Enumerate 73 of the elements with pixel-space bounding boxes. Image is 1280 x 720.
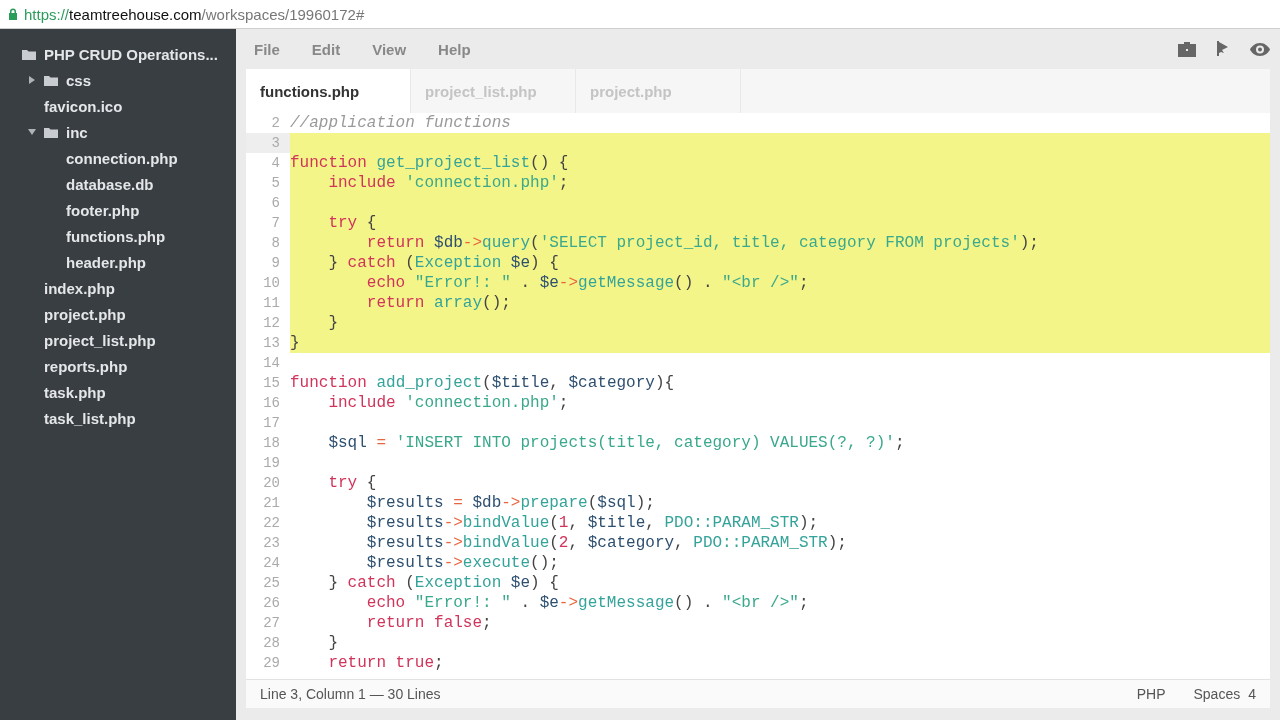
code-line: try {	[327, 473, 378, 493]
file-name[interactable]: favicon.ico	[44, 97, 123, 115]
line-number: 4	[270, 154, 281, 173]
caret-icon[interactable]	[28, 128, 36, 136]
code-line: $sql = 'INSERT INTO projects(title, category) VALUES(?, ?)';	[327, 433, 906, 453]
line-number: 9	[270, 254, 281, 273]
folder-name[interactable]: PHP CRUD Operations...	[44, 45, 218, 63]
code-line: $results->bindValue(2, $category, PDO::PARAM_STR);	[365, 533, 848, 553]
line-number: 28	[262, 634, 281, 653]
folder-icon	[44, 74, 58, 86]
url-text: https://teamtreehouse.com/workspaces/19960172#	[24, 5, 365, 23]
line-number: 18	[262, 434, 281, 453]
file-name[interactable]: project.php	[44, 305, 126, 323]
folder-name[interactable]: css	[66, 71, 92, 89]
indent-label[interactable]: Spaces	[1193, 686, 1241, 702]
line-number: 17	[262, 414, 281, 433]
line-number: 22	[262, 514, 281, 533]
code-line: $results = $db->prepare($sql);	[365, 493, 656, 513]
file-name[interactable]: project_list.php	[44, 331, 156, 349]
code-line: }	[327, 633, 339, 653]
file-name[interactable]: footer.php	[66, 201, 140, 219]
code-line: return false;	[365, 613, 493, 633]
line-number: 6	[270, 194, 281, 213]
file-name[interactable]: task.php	[44, 383, 106, 401]
line-number: 7	[270, 214, 281, 233]
line-number: 11	[262, 294, 281, 313]
language-mode[interactable]: PHP	[1136, 686, 1166, 702]
line-number: 19	[262, 454, 281, 473]
line-number: 3	[246, 133, 290, 153]
line-number: 25	[262, 574, 281, 593]
flag-icon[interactable]	[1216, 41, 1230, 57]
line-number: 27	[262, 614, 281, 633]
eye-icon[interactable]	[1250, 42, 1270, 56]
file-name[interactable]: database.db	[66, 175, 154, 193]
code-line: function add_project($title, $category){	[290, 373, 676, 393]
caret-icon[interactable]	[28, 76, 36, 84]
code-line: return true;	[327, 653, 445, 673]
folder-name[interactable]: inc	[66, 123, 88, 141]
file-name[interactable]: index.php	[44, 279, 115, 297]
lock-icon	[8, 8, 18, 20]
line-number: 26	[262, 594, 281, 613]
line-number: 20	[262, 474, 281, 493]
indent-size[interactable]: 4	[1248, 686, 1256, 702]
file-name[interactable]: task_list.php	[44, 409, 136, 427]
line-number: 8	[270, 234, 281, 253]
line-number: 10	[262, 274, 281, 293]
line-number: 16	[262, 394, 281, 413]
address-bar[interactable]: https://teamtreehouse.com/workspaces/19960172#	[0, 0, 1280, 29]
line-number: 14	[262, 354, 281, 373]
line-number: 12	[262, 314, 281, 333]
line-number: 15	[262, 374, 281, 393]
code-line: } catch (Exception $e) {	[327, 573, 560, 593]
code-line: include 'connection.php';	[327, 393, 570, 413]
file-name[interactable]: reports.php	[44, 357, 128, 375]
file-name[interactable]: functions.php	[66, 227, 166, 245]
file-name[interactable]: header.php	[66, 253, 147, 271]
line-number: 5	[270, 174, 281, 193]
file-name[interactable]: connection.php	[66, 149, 178, 167]
line-number: 13	[262, 334, 281, 353]
camera-icon[interactable]	[1178, 41, 1196, 57]
code-line: $results->execute();	[365, 553, 560, 573]
code-line: echo "Error!: " . $e->getMessage() . "<br />";	[365, 593, 810, 613]
folder-icon	[44, 126, 58, 138]
line-number: 29	[262, 654, 281, 673]
folder-icon	[22, 48, 36, 60]
file-tab[interactable]: functions.php	[246, 69, 411, 113]
line-number: 24	[262, 554, 281, 573]
line-number: 2	[270, 114, 281, 133]
code-line: //application functions	[290, 113, 512, 133]
line-number: 23	[262, 534, 281, 553]
cursor-position: Line 3, Column 1 — 30 Lines	[260, 686, 441, 702]
code-line: $results->bindValue(1, $title, PDO::PARAM_STR);	[365, 513, 820, 533]
line-number: 21	[262, 494, 281, 513]
